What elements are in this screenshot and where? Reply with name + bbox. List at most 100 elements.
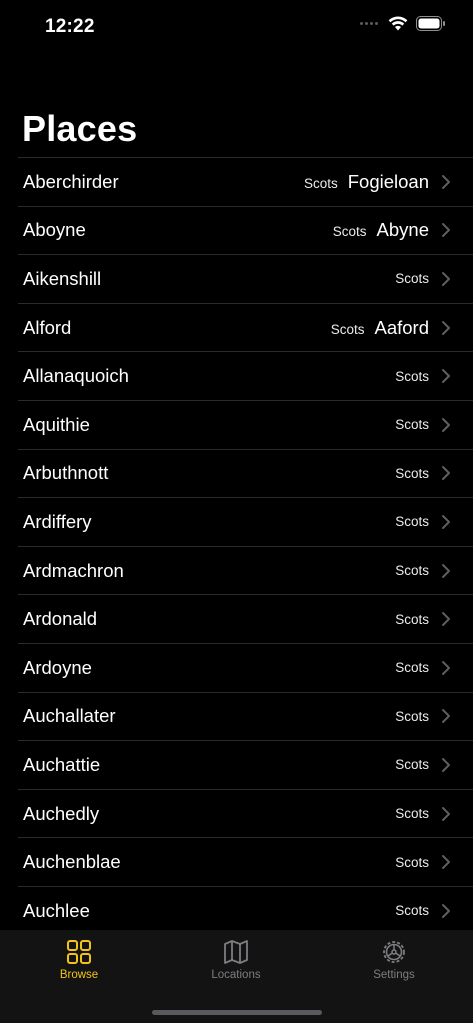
place-language: Scots xyxy=(395,903,429,919)
place-meta: Scots Aaford xyxy=(331,317,429,339)
place-meta: Scots xyxy=(395,660,429,675)
place-name: Alford xyxy=(23,316,72,338)
place-meta: Scots xyxy=(395,612,429,627)
chevron-right-icon xyxy=(442,466,450,481)
place-name: Auchenblae xyxy=(23,851,121,873)
place-name: Aquithie xyxy=(23,413,90,435)
place-language: Scots xyxy=(395,660,429,676)
tab-bar: Browse Locations Settings xyxy=(0,930,473,1023)
map-icon xyxy=(224,940,248,964)
place-language: Scots xyxy=(395,271,429,287)
place-translation: Fogieloan xyxy=(347,170,429,192)
place-row[interactable]: Ardonald Scots xyxy=(18,594,473,643)
wifi-icon xyxy=(388,16,408,31)
place-translation: Aaford xyxy=(374,316,429,338)
gear-icon xyxy=(383,941,405,963)
place-name: Aikenshill xyxy=(23,267,102,289)
place-meta: Scots xyxy=(395,757,429,772)
place-meta: Scots xyxy=(395,855,429,870)
place-name: Aboyne xyxy=(23,219,86,241)
chevron-right-icon xyxy=(442,563,450,578)
tab-locations[interactable]: Locations xyxy=(176,938,296,981)
place-meta: Scots xyxy=(395,271,429,286)
chevron-right-icon xyxy=(442,174,450,189)
place-row[interactable]: Ardoyne Scots xyxy=(18,642,473,692)
place-row[interactable]: Auchenblae Scots xyxy=(18,837,473,886)
place-language: Scots xyxy=(330,321,365,337)
place-meta: Scots xyxy=(395,466,429,481)
place-language: Scots xyxy=(395,806,429,822)
place-translation: Abyne xyxy=(376,219,429,241)
place-language: Scots xyxy=(395,368,429,384)
tab-settings-label: Settings xyxy=(373,969,415,981)
place-name: Auchlee xyxy=(23,899,90,921)
chevron-right-icon xyxy=(442,514,450,529)
tab-settings[interactable]: Settings xyxy=(334,938,454,981)
place-name: Aberchirder xyxy=(23,170,119,192)
place-meta: Scots Abyne xyxy=(333,219,429,241)
place-language: Scots xyxy=(395,757,429,773)
places-list: Aberchirder Scots Fogieloan Aboyne Scots Abyn… xyxy=(18,157,473,935)
place-name: Auchedly xyxy=(23,802,100,824)
place-row[interactable]: Auchlee Scots xyxy=(18,885,473,935)
chevron-right-icon xyxy=(442,806,450,821)
place-name: Auchallater xyxy=(23,705,116,727)
place-row[interactable]: Alford Scots Aaford xyxy=(18,302,473,352)
cellular-signal-icon xyxy=(360,22,378,25)
place-language: Scots xyxy=(395,563,429,579)
chevron-right-icon xyxy=(442,223,450,238)
place-name: Ardiffery xyxy=(23,510,92,532)
chevron-right-icon xyxy=(442,417,450,432)
place-row[interactable]: Arbuthnott Scots xyxy=(18,448,473,498)
battery-icon xyxy=(416,16,445,31)
chevron-right-icon xyxy=(442,369,450,384)
place-meta: Scots xyxy=(395,417,429,432)
status-bar: 12:22 xyxy=(0,0,473,54)
place-row[interactable]: Auchattie Scots xyxy=(18,740,473,789)
place-row[interactable]: Aboyne Scots Abyne xyxy=(18,205,473,255)
place-name: Arbuthnott xyxy=(23,462,109,484)
page-title: Places xyxy=(22,108,138,149)
chevron-right-icon xyxy=(442,757,450,772)
place-row[interactable]: Aikenshill Scots xyxy=(18,254,473,303)
place-row[interactable]: Ardmachron Scots xyxy=(18,545,473,595)
place-language: Scots xyxy=(303,175,338,191)
tab-browse[interactable]: Browse xyxy=(19,938,139,981)
place-name: Allanaquoich xyxy=(23,365,129,387)
place-name: Ardmachron xyxy=(23,559,124,581)
place-meta: Scots xyxy=(395,709,429,724)
place-row[interactable]: Auchedly Scots xyxy=(18,788,473,838)
place-meta: Scots xyxy=(395,514,429,529)
place-name: Auchattie xyxy=(23,753,101,775)
tab-locations-label: Locations xyxy=(211,969,261,981)
place-name: Ardonald xyxy=(23,608,98,630)
grid-icon xyxy=(67,940,91,964)
place-language: Scots xyxy=(395,465,429,481)
place-row[interactable]: Auchallater Scots xyxy=(18,691,473,741)
chevron-right-icon xyxy=(442,271,450,286)
chevron-right-icon xyxy=(442,612,450,627)
place-language: Scots xyxy=(395,611,429,627)
chevron-right-icon xyxy=(442,709,450,724)
place-row[interactable]: Aberchirder Scots Fogieloan xyxy=(18,157,473,206)
chevron-right-icon xyxy=(442,660,450,675)
tab-browse-label: Browse xyxy=(59,969,99,981)
place-name: Ardoyne xyxy=(23,656,92,678)
place-meta: Scots xyxy=(395,563,429,578)
app-screen: 12:22 Places Aberchirder Scots Fogieloan Ab… xyxy=(0,0,473,1023)
place-meta: Scots xyxy=(395,806,429,821)
chevron-right-icon xyxy=(442,320,450,335)
place-language: Scots xyxy=(395,417,429,433)
place-language: Scots xyxy=(395,708,429,724)
chevron-right-icon xyxy=(442,903,450,918)
place-language: Scots xyxy=(395,854,429,870)
place-meta: Scots Fogieloan xyxy=(304,171,429,193)
home-indicator[interactable] xyxy=(152,1010,322,1015)
place-meta: Scots xyxy=(395,903,429,918)
place-row[interactable]: Aquithie Scots xyxy=(18,399,473,449)
place-row[interactable]: Allanaquoich Scots xyxy=(18,351,473,400)
status-icons xyxy=(360,16,446,31)
place-language: Scots xyxy=(395,514,429,530)
place-row[interactable]: Ardiffery Scots xyxy=(18,497,473,546)
chevron-right-icon xyxy=(442,855,450,870)
